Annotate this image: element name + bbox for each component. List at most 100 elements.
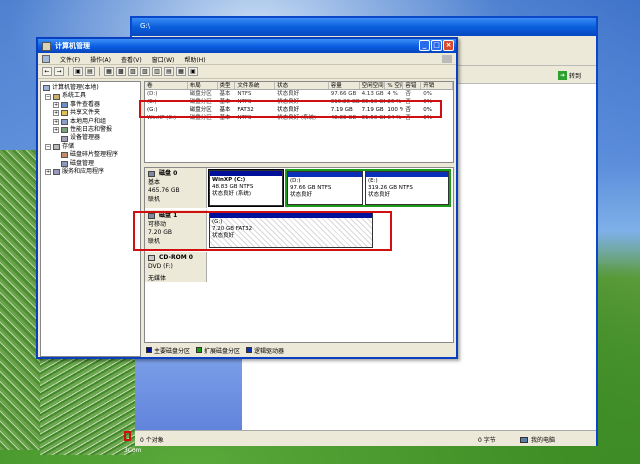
tree-item-disk-management[interactable]: 磁盘管理 [43,160,138,168]
disk-0-label[interactable]: 磁盘 0 基本 465.76 GB 联机 [145,168,207,208]
tree-item-device-manager[interactable]: 设备管理器 [43,134,138,142]
col-overhead[interactable]: 开销 [421,82,453,89]
open-folder-button[interactable]: ▩ [116,67,126,76]
partition-d[interactable]: (D:) 97.66 GB NTFS 状态良好 [287,171,363,205]
expand-icon[interactable]: + [53,110,59,117]
tree-item-storage[interactable]: − 存储 [43,143,138,151]
storage-icon [53,144,60,151]
explorer-title[interactable]: G:\ [132,18,596,36]
col-layout[interactable]: 布局 [188,82,218,89]
partition-e[interactable]: (E:) 319.26 GB NTFS 状态良好 [365,171,449,205]
menu-window[interactable]: 窗口(W) [152,55,175,64]
up-button[interactable]: ▣ [73,67,83,76]
close-button[interactable]: × [443,40,454,51]
logical-swatch [246,347,253,353]
toolbar-separator [68,67,69,76]
computer-icon [43,85,50,92]
menu-bar: 文件(F) 操作(A) 查看(V) 窗口(W) 帮助(H) [38,53,456,65]
defrag-icon [61,152,68,159]
tree-item-shared-folders[interactable]: + 共享文件夹 [43,109,138,117]
desktop-icon-label[interactable]: 3Com [124,447,142,454]
partition-c[interactable]: WinXP (C:) 48.83 GB NTFS 状态良好 (系统) [208,169,284,207]
disk-graphical-view: 磁盘 0 基本 465.76 GB 联机 WinXP (C:) 48.83 GB… [144,167,454,343]
show-tree-button[interactable]: ▤ [85,67,95,76]
tree-item-local-users[interactable]: + 本地用户和组 [43,118,138,126]
device-manager-icon [61,135,68,142]
col-fault-tolerance[interactable]: 容错 [403,82,422,89]
tree-item-defrag[interactable]: 磁盘碎片整理程序 [43,151,138,159]
forward-button[interactable]: → [54,67,64,76]
highlight-desktop-icon [124,431,131,441]
col-free-space[interactable]: 空闲空间 [360,82,386,89]
volume-view-button[interactable]: ▤ [164,67,174,76]
console-tree: 计算机管理(本地) − 系统工具 + 事件查看器 + 共享文件夹 + 本地用户和… [40,81,141,357]
computer-management-icon [42,41,51,51]
toolbar-separator [99,67,100,76]
expand-icon[interactable]: + [53,118,59,125]
explorer-status-bar: 0 个对象 0 字节 我的电脑 [132,430,596,446]
cdrom-label[interactable]: CD-ROM 0 DVD (F:) 无媒体 [145,252,207,282]
computer-management-window: 计算机管理 _ □ × 文件(F) 操作(A) 查看(V) 窗口(W) 帮助(H… [36,37,458,359]
cdrom-row: CD-ROM 0 DVD (F:) 无媒体 [145,252,455,282]
menu-help[interactable]: 帮助(H) [184,55,205,64]
col-percent-free[interactable]: % 空闲 [385,82,404,89]
col-status[interactable]: 状态 [275,82,329,89]
toolbar: ← → ▣ ▤ ▦ ▩ ▨ ▧ ▥ ▤ ▦ ▣ [38,65,456,79]
cm-title-bar[interactable]: 计算机管理 _ □ × [38,39,456,53]
extended-partition[interactable]: (D:) 97.66 GB NTFS 状态良好 (E:) 319.26 GB N… [285,169,451,207]
disk-0-row: 磁盘 0 基本 465.76 GB 联机 WinXP (C:) 48.83 GB… [145,168,455,208]
volume-list: 卷 布局 类型 文件系统 状态 容量 空闲空间 % 空闲 容错 开销 (D:) … [144,81,454,163]
status-location: 我的电脑 [520,435,555,444]
legend-primary: 主要磁盘分区 [146,346,190,355]
highlight-disk-1 [133,211,392,251]
expand-icon[interactable]: + [45,169,51,176]
tree-item-system-tools[interactable]: − 系统工具 [43,92,138,100]
logical-drive-bar [288,172,362,177]
view-button[interactable]: ▧ [140,67,150,76]
col-type[interactable]: 类型 [218,82,236,89]
collapse-icon[interactable]: − [45,93,51,100]
collapse-icon[interactable]: − [45,144,51,151]
go-button[interactable]: ➜ 转到 [558,69,594,81]
refresh-button[interactable]: ▣ [188,67,198,76]
col-capacity[interactable]: 容量 [329,82,360,89]
col-filesystem[interactable]: 文件系统 [235,82,276,89]
highlight-g-volume-row [139,100,442,118]
menu-action[interactable]: 操作(A) [90,55,111,64]
go-arrow-icon: ➜ [558,70,567,80]
properties-button[interactable]: ▦ [104,67,114,76]
minimize-button[interactable]: _ [419,40,430,51]
primary-swatch [146,347,152,353]
legend-extended: 扩展磁盘分区 [196,346,240,355]
primary-partition-bar [210,171,282,176]
disk-management-icon [61,160,68,167]
logical-drive-bar [366,172,448,177]
disk-view-button[interactable]: ▥ [152,67,162,76]
menu-view[interactable]: 查看(V) [121,55,142,64]
cdrom-icon [148,255,155,262]
tree-item-event-viewer[interactable]: + 事件查看器 [43,101,138,109]
maximize-button[interactable]: □ [431,40,442,51]
help-button[interactable]: ▨ [128,67,138,76]
desktop-grass-bottom [40,355,135,455]
tree-item-root[interactable]: 计算机管理(本地) [43,84,138,92]
menu-file[interactable]: 文件(F) [60,55,80,64]
legend-logical: 逻辑驱动器 [246,346,284,355]
expand-icon[interactable]: + [53,127,59,134]
shared-folder-icon [61,110,68,117]
disk-icon [148,171,155,178]
extended-swatch [196,347,203,353]
users-icon [61,118,68,125]
window-controls-icon[interactable] [442,55,452,63]
volume-list-header: 卷 布局 类型 文件系统 状态 容量 空闲空间 % 空闲 容错 开销 [145,82,453,90]
disk-legend: 主要磁盘分区 扩展磁盘分区 逻辑驱动器 [144,344,454,356]
tree-item-services[interactable]: + 服务和应用程序 [43,168,138,176]
event-viewer-icon [61,102,68,109]
settings-button[interactable]: ▦ [176,67,186,76]
col-volume[interactable]: 卷 [145,82,188,89]
cm-title: 计算机管理 [55,42,90,50]
back-button[interactable]: ← [42,67,52,76]
expand-icon[interactable]: + [53,102,59,109]
volume-row[interactable]: (D:) 磁盘分区 基本 NTFS 状态良好 97.66 GB 4.13 GB … [145,90,453,98]
status-object-count: 0 个对象 [140,437,164,444]
